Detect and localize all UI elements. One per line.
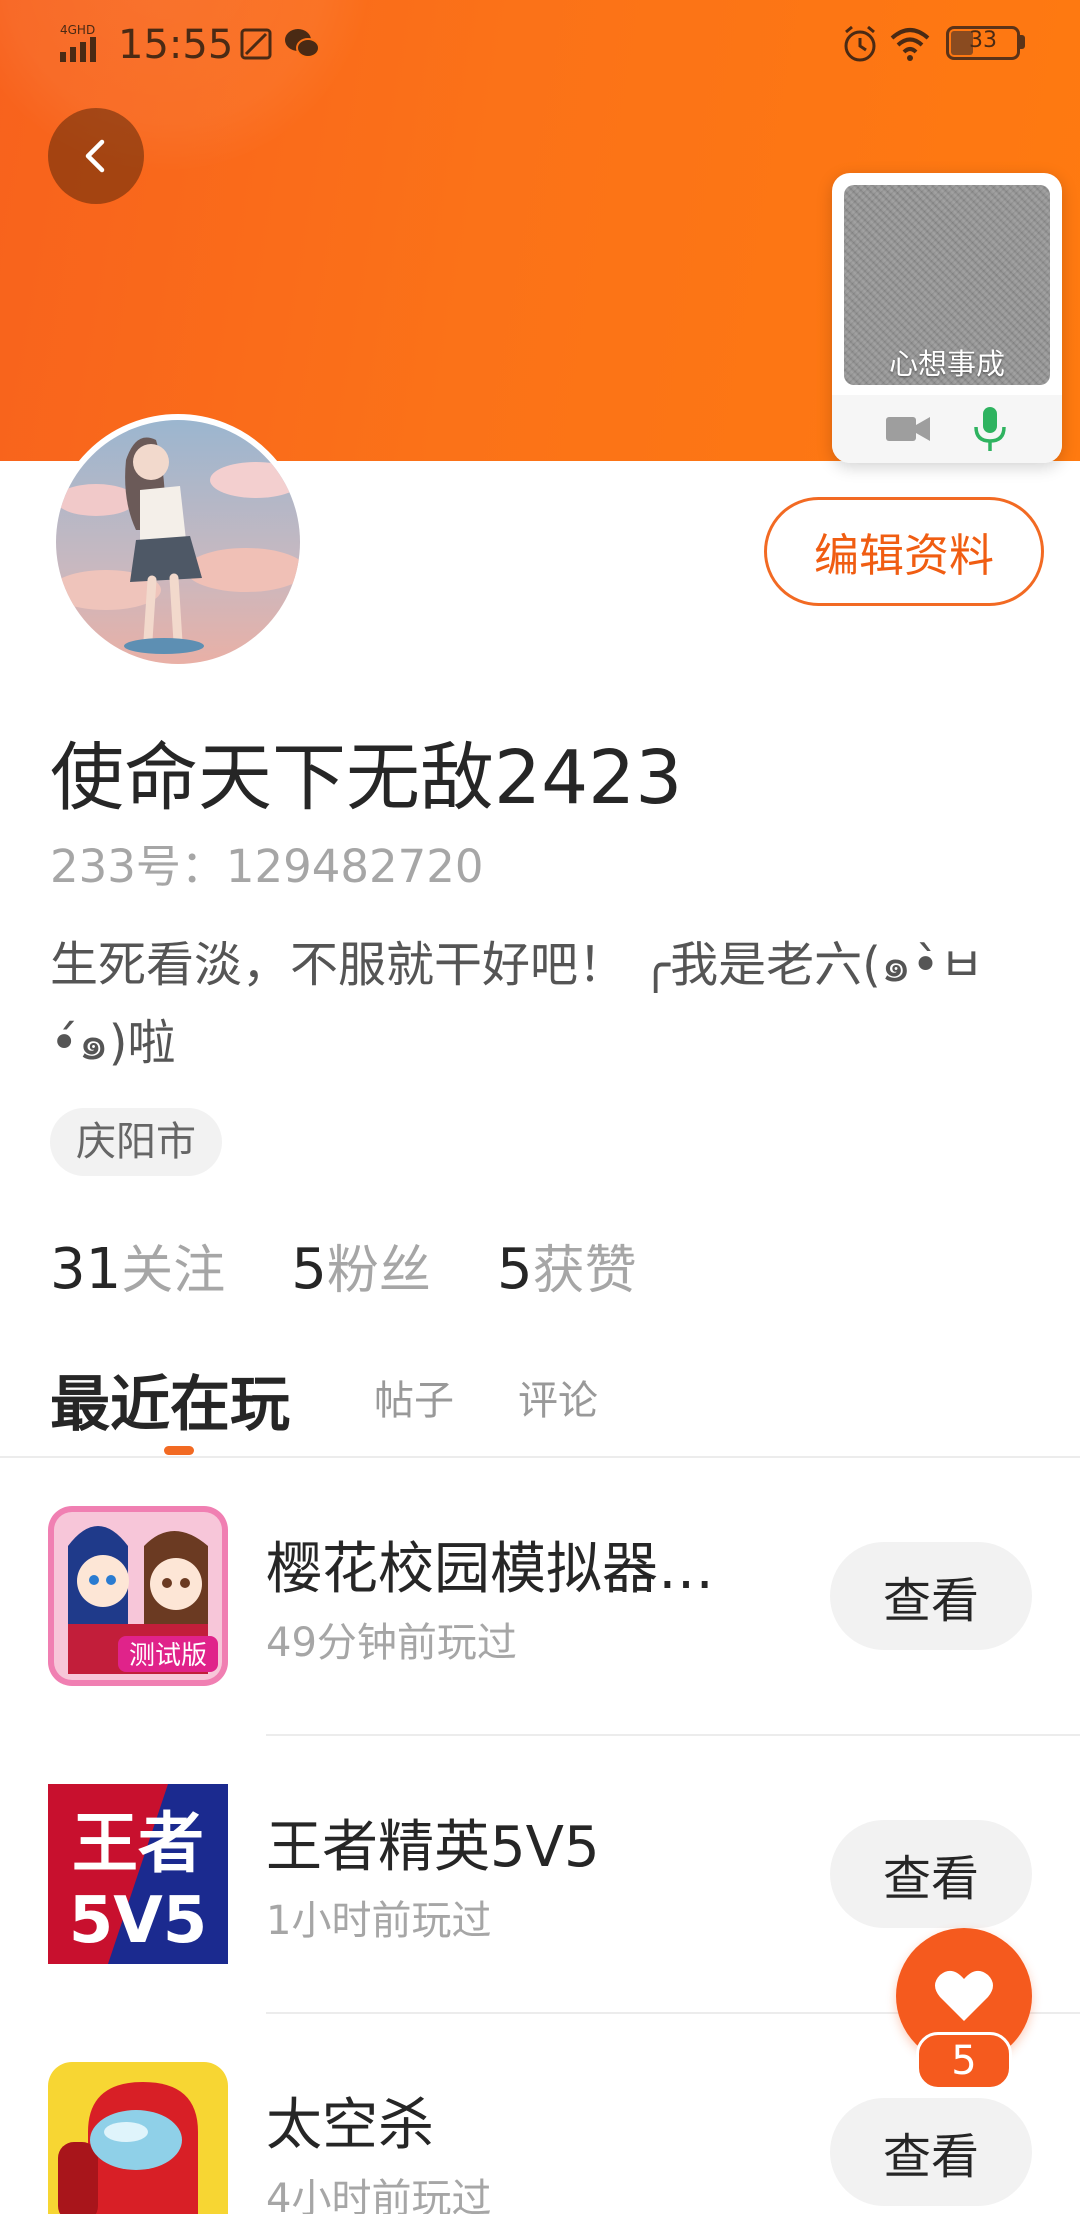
wechat-icon — [285, 29, 320, 58]
list-item[interactable]: 测试版 樱花校园模拟器… 49分钟前玩过 查看 — [0, 1458, 1080, 1736]
tab-recently-played[interactable]: 最近在玩 — [50, 1356, 290, 1443]
stat-followers[interactable]: 5 粉丝 — [291, 1228, 431, 1302]
signal-icon: 4GHD — [60, 23, 96, 62]
space-kill-icon — [48, 2062, 228, 2214]
video-preview[interactable]: 心想事成 — [844, 185, 1050, 385]
edit-profile-button[interactable]: 编辑资料 — [764, 497, 1044, 606]
status-bar: 4GHD 15:55 33 — [0, 0, 1080, 90]
sakura-school-icon: 测试版 — [48, 1506, 228, 1686]
back-button[interactable] — [48, 108, 144, 204]
username: 使命天下无敌2423 — [50, 735, 683, 821]
video-caption: 心想事成 — [888, 347, 1005, 381]
game-name: 王者精英5V5 — [266, 1815, 600, 1880]
microphone-icon[interactable] — [972, 405, 1008, 453]
battery-text: 33 — [969, 28, 997, 53]
video-controls — [832, 395, 1062, 463]
stat-likes-count: 5 — [496, 1237, 533, 1302]
tab-comments[interactable]: 评论 — [518, 1368, 598, 1426]
view-button[interactable]: 查看 — [830, 2098, 1032, 2206]
like-count-badge: 5 — [916, 2032, 1012, 2090]
stat-likes[interactable]: 5 获赞 — [497, 1228, 637, 1302]
game-name: 樱花校园模拟器… — [266, 1537, 714, 1602]
view-button[interactable]: 查看 — [830, 1542, 1032, 1650]
icon-badge: 测试版 — [129, 1641, 207, 1671]
game-name: 太空杀 — [266, 2093, 434, 2158]
stat-following-label: 关注 — [121, 1241, 226, 1301]
battery-icon: 33 — [946, 26, 1020, 60]
profile-tabs: 最近在玩 帖子 评论 — [0, 1350, 1080, 1458]
wifi-icon — [890, 28, 930, 61]
game-played-time: 4小时前玩过 — [266, 2176, 492, 2214]
game-played-time: 49分钟前玩过 — [266, 1620, 517, 1666]
battery-tip — [1020, 35, 1025, 49]
floating-video-window[interactable]: 心想事成 — [832, 173, 1062, 463]
stat-likes-label: 获赞 — [532, 1241, 637, 1301]
avatar[interactable] — [50, 414, 306, 670]
location-tag[interactable]: 庆阳市 — [50, 1108, 222, 1176]
heart-icon — [935, 1970, 993, 2021]
stats-row: 31 关注 5 粉丝 5 获赞 — [50, 1228, 703, 1302]
stat-following[interactable]: 31 关注 — [50, 1228, 225, 1302]
screenshot-icon — [240, 28, 272, 60]
icon-text-bottom: 5V5 — [69, 1884, 208, 1958]
clock: 15:55 — [118, 22, 234, 68]
bio: 生死看淡，不服就干好吧！ ╭我是老六(๑•̀ㅂ•́๑)啦 — [50, 937, 984, 1071]
avatar-image — [56, 420, 300, 664]
stat-followers-label: 粉丝 — [326, 1241, 431, 1301]
svg-text:4GHD: 4GHD — [60, 23, 95, 37]
camera-icon[interactable] — [884, 409, 932, 449]
chevron-left-icon — [85, 139, 105, 173]
tab-posts[interactable]: 帖子 — [374, 1368, 454, 1426]
user-id: 233号：129482720 — [50, 840, 484, 893]
stat-following-count: 31 — [50, 1237, 122, 1302]
wangzhe-5v5-icon: 王者 5V5 — [48, 1784, 228, 1964]
stat-followers-count: 5 — [291, 1237, 327, 1302]
game-played-time: 1小时前玩过 — [266, 1898, 492, 1944]
icon-text-top: 王者 — [72, 1805, 204, 1882]
alarm-icon — [844, 25, 876, 62]
tab-indicator — [164, 1446, 194, 1455]
view-button[interactable]: 查看 — [830, 1820, 1032, 1928]
